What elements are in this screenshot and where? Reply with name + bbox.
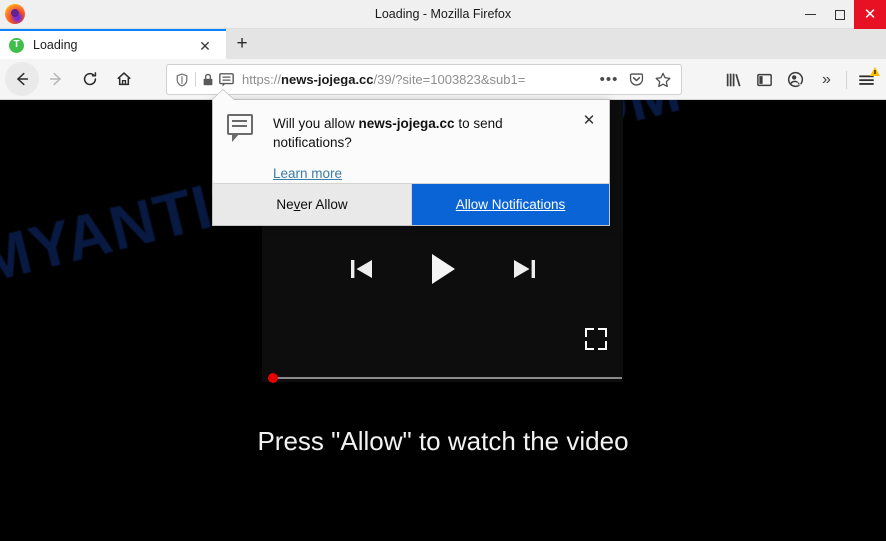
- skip-previous-icon: [350, 260, 372, 278]
- window-controls: ✕: [796, 0, 886, 29]
- previous-button[interactable]: [349, 255, 375, 283]
- new-tab-button[interactable]: +: [228, 29, 256, 59]
- minimize-button[interactable]: [796, 0, 825, 29]
- firefox-window: Loading - Mozilla Firefox ✕ T Loading ✕ …: [0, 0, 886, 541]
- play-button[interactable]: [429, 252, 457, 286]
- menu-button[interactable]: [851, 64, 882, 95]
- forward-button[interactable]: [39, 62, 73, 96]
- url-scheme: https://: [242, 73, 282, 86]
- next-button[interactable]: [511, 255, 537, 283]
- tab-strip: T Loading ✕ +: [0, 29, 886, 59]
- url-bar-right-icons: •••: [597, 68, 681, 92]
- speech-bubble-icon: [227, 114, 253, 142]
- forward-arrow-icon: [49, 72, 61, 86]
- padlock-icon[interactable]: [201, 72, 215, 88]
- browser-toolbar-right: »: [718, 64, 882, 95]
- player-controls: [262, 252, 623, 286]
- page-actions-icon[interactable]: •••: [597, 68, 621, 92]
- close-window-button[interactable]: ✕: [854, 0, 886, 29]
- never-allow-accesskey: v: [293, 197, 301, 212]
- home-house-icon: [117, 72, 131, 86]
- account-sync-icon: [787, 71, 804, 88]
- url-path: /39/?site=1003823&sub1=: [373, 73, 526, 86]
- window-title: Loading - Mozilla Firefox: [374, 6, 512, 21]
- maximize-button[interactable]: [825, 0, 854, 29]
- popup-anchor-arrow: [212, 90, 234, 100]
- popup-question-prefix: Will you allow: [273, 116, 359, 131]
- back-arrow-icon: [17, 72, 29, 86]
- fullscreen-corner-br: [598, 341, 607, 350]
- url-host: news-jojega.cc: [281, 73, 374, 86]
- overflow-button[interactable]: »: [811, 64, 842, 95]
- allow-accesskey: A: [455, 197, 465, 212]
- firefox-logo-icon: [5, 4, 25, 24]
- fullscreen-corner-tr: [598, 328, 607, 337]
- shield-icon[interactable]: [174, 72, 190, 88]
- url-text[interactable]: https://news-jojega.cc/39/?site=1003823&…: [242, 73, 597, 86]
- library-button[interactable]: [718, 64, 749, 95]
- popup-question: Will you allow news-jojega.cc to send no…: [273, 114, 557, 152]
- url-bar[interactable]: https://news-jojega.cc/39/?site=1003823&…: [166, 64, 682, 95]
- fullscreen-corner-tl: [585, 328, 594, 337]
- notification-permission-popup: Will you allow news-jojega.cc to send no…: [212, 99, 610, 226]
- back-button[interactable]: [5, 62, 39, 96]
- tab-loading[interactable]: T Loading ✕: [0, 29, 226, 59]
- tab-favicon-icon: T: [9, 37, 24, 53]
- learn-more-link[interactable]: Learn more: [273, 166, 342, 181]
- overflow-chevrons-icon: »: [822, 70, 831, 88]
- warning-triangle-badge-icon: [870, 67, 880, 76]
- sidebar-button[interactable]: [749, 64, 780, 95]
- title-bar: Loading - Mozilla Firefox ✕: [0, 0, 886, 29]
- never-allow-post: er Allow: [300, 197, 348, 212]
- sidebar-icon: [757, 73, 772, 86]
- home-button[interactable]: [107, 62, 141, 96]
- star-icon[interactable]: [651, 68, 675, 92]
- popup-body: Will you allow news-jojega.cc to send no…: [213, 100, 609, 185]
- popup-buttons: Ne v er Allow Allow Notifications: [213, 183, 609, 225]
- never-allow-pre: Ne: [276, 197, 294, 212]
- allow-label: llow Notifications: [464, 197, 566, 212]
- fullscreen-button[interactable]: [585, 328, 607, 350]
- pocket-icon[interactable]: [624, 68, 648, 92]
- url-bar-separator: [195, 72, 196, 87]
- seek-bar[interactable]: [268, 373, 622, 383]
- reload-button[interactable]: [73, 62, 107, 96]
- toolbar-separator: [846, 70, 847, 89]
- seek-handle[interactable]: [268, 373, 278, 383]
- popup-close-icon[interactable]: ✕: [579, 110, 599, 130]
- reload-arrow-icon: [83, 72, 97, 86]
- url-bar-left-icons: [167, 72, 235, 88]
- allow-notifications-button[interactable]: Allow Notifications: [412, 184, 609, 225]
- never-allow-button[interactable]: Ne v er Allow: [213, 184, 412, 225]
- speech-bubble-icon[interactable]: [218, 72, 235, 88]
- skip-next-icon: [513, 260, 535, 278]
- library-icon: [726, 73, 740, 86]
- press-allow-message: Press "Allow" to watch the video: [257, 426, 629, 456]
- account-sync-button[interactable]: [780, 64, 811, 95]
- fullscreen-corner-bl: [585, 341, 594, 350]
- tab-label: Loading: [33, 38, 78, 52]
- play-icon: [431, 254, 455, 284]
- popup-question-host: news-jojega.cc: [358, 116, 455, 131]
- tab-close-icon[interactable]: ✕: [196, 37, 214, 55]
